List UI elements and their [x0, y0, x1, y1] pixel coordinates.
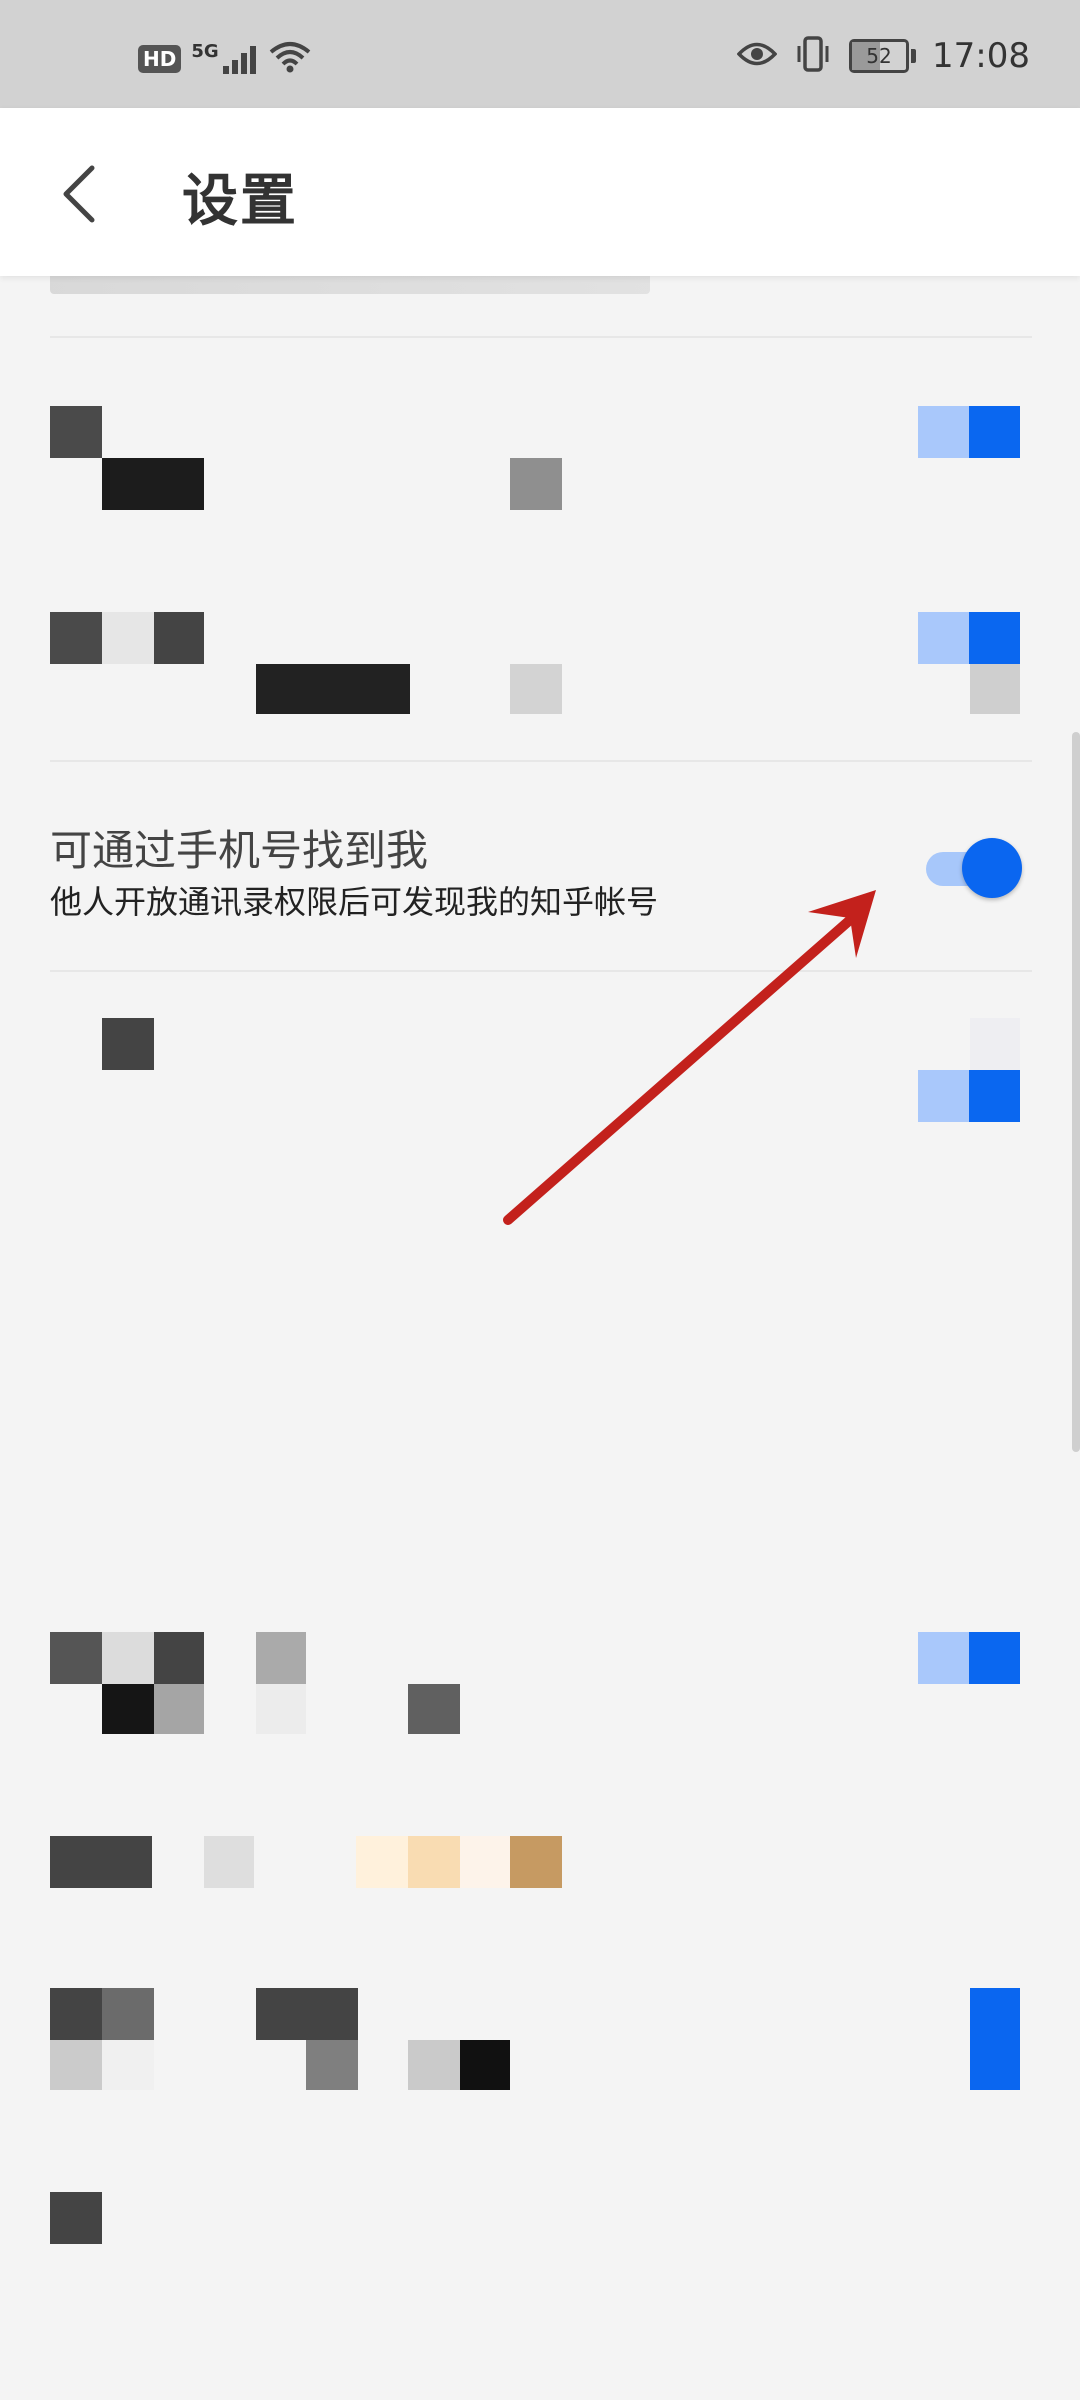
- obscured-text: [510, 664, 562, 714]
- obscured-text: [50, 1836, 152, 1888]
- obscured-text: [408, 1836, 460, 1888]
- obscured-text: [50, 612, 102, 664]
- obscured-text: [102, 1988, 154, 2040]
- battery-level: 52: [866, 44, 892, 68]
- obscured-text: [256, 664, 410, 714]
- obscured-text: [154, 612, 204, 664]
- toggle-switch[interactable]: [970, 1988, 1020, 2090]
- setting-description: 他人开放通讯录权限后可发现我的知乎帐号: [50, 883, 659, 921]
- obscured-text: [102, 1632, 154, 1684]
- setting-row-obscured[interactable]: [0, 612, 1080, 732]
- eye-comfort-icon: [736, 39, 778, 73]
- find-by-phone-toggle[interactable]: [926, 838, 1022, 898]
- divider: [50, 970, 1032, 972]
- toggle-thumb: [962, 838, 1022, 898]
- toggle-switch[interactable]: [918, 406, 1020, 458]
- setting-row-obscured[interactable]: [0, 406, 1080, 526]
- battery-icon: 52: [849, 39, 910, 73]
- toggle-switch[interactable]: [918, 612, 1020, 664]
- obscured-text: [50, 1632, 102, 1684]
- obscured-text: [102, 1018, 154, 1070]
- obscured-text: [460, 1836, 510, 1888]
- setting-row-obscured[interactable]: [0, 1836, 1080, 1896]
- setting-title: 可通过手机号找到我: [50, 826, 429, 875]
- settings-list: 可通过手机号找到我 他人开放通讯录权限后可发现我的知乎帐号: [0, 258, 1080, 2400]
- obscured-text: [154, 1684, 204, 1734]
- page-title: 设置: [182, 169, 298, 234]
- obscured-text: [50, 406, 102, 458]
- obscured-text: [102, 458, 204, 510]
- divider: [50, 336, 1032, 338]
- obscured-text: [408, 1684, 460, 1734]
- obscured-text: [50, 1988, 102, 2040]
- battery-tip: [911, 49, 917, 63]
- wifi-icon: [269, 40, 311, 78]
- obscured-text: [970, 1018, 1020, 1070]
- obscured-text: [510, 1836, 562, 1888]
- chevron-left-icon: [63, 165, 95, 223]
- toggle-switch[interactable]: [918, 1632, 1020, 1684]
- status-left: HD 5G: [138, 40, 311, 78]
- obscured-text: [256, 1684, 306, 1734]
- status-bar: HD 5G 52 17:08: [0, 0, 1080, 108]
- obscured-text: [356, 1836, 408, 1888]
- obscured-text: [408, 2040, 460, 2090]
- vibrate-icon: [793, 36, 833, 76]
- back-button[interactable]: [50, 154, 120, 234]
- signal-5g-icon: 5G: [191, 41, 258, 74]
- obscured-text: [510, 458, 562, 510]
- status-time: 17:08: [932, 36, 1030, 76]
- obscured-text: [102, 612, 154, 664]
- obscured-text: [970, 664, 1020, 714]
- setting-row-obscured[interactable]: [0, 1018, 1080, 1138]
- obscured-text: [306, 2040, 358, 2090]
- obscured-text: [256, 1632, 306, 1684]
- setting-row-obscured[interactable]: [0, 1632, 1080, 1752]
- obscured-text: [460, 2040, 510, 2090]
- obscured-text: [102, 1684, 154, 1734]
- network-type-label: 5G: [191, 41, 219, 62]
- obscured-text: [50, 2040, 102, 2090]
- setting-row-obscured[interactable]: [0, 2192, 1080, 2252]
- divider: [50, 760, 1032, 762]
- scrollbar[interactable]: [1072, 732, 1080, 1452]
- status-right: 52 17:08: [736, 36, 1030, 76]
- hd-icon: HD: [138, 45, 182, 73]
- obscured-text: [154, 1632, 204, 1684]
- obscured-text: [102, 2040, 154, 2090]
- obscured-text: [256, 1988, 358, 2040]
- app-header: 设置: [0, 108, 1080, 276]
- toggle-switch[interactable]: [918, 1070, 1020, 1122]
- obscured-text: [204, 1836, 254, 1888]
- obscured-text: [50, 2192, 102, 2244]
- setting-row-obscured[interactable]: [0, 1988, 1080, 2108]
